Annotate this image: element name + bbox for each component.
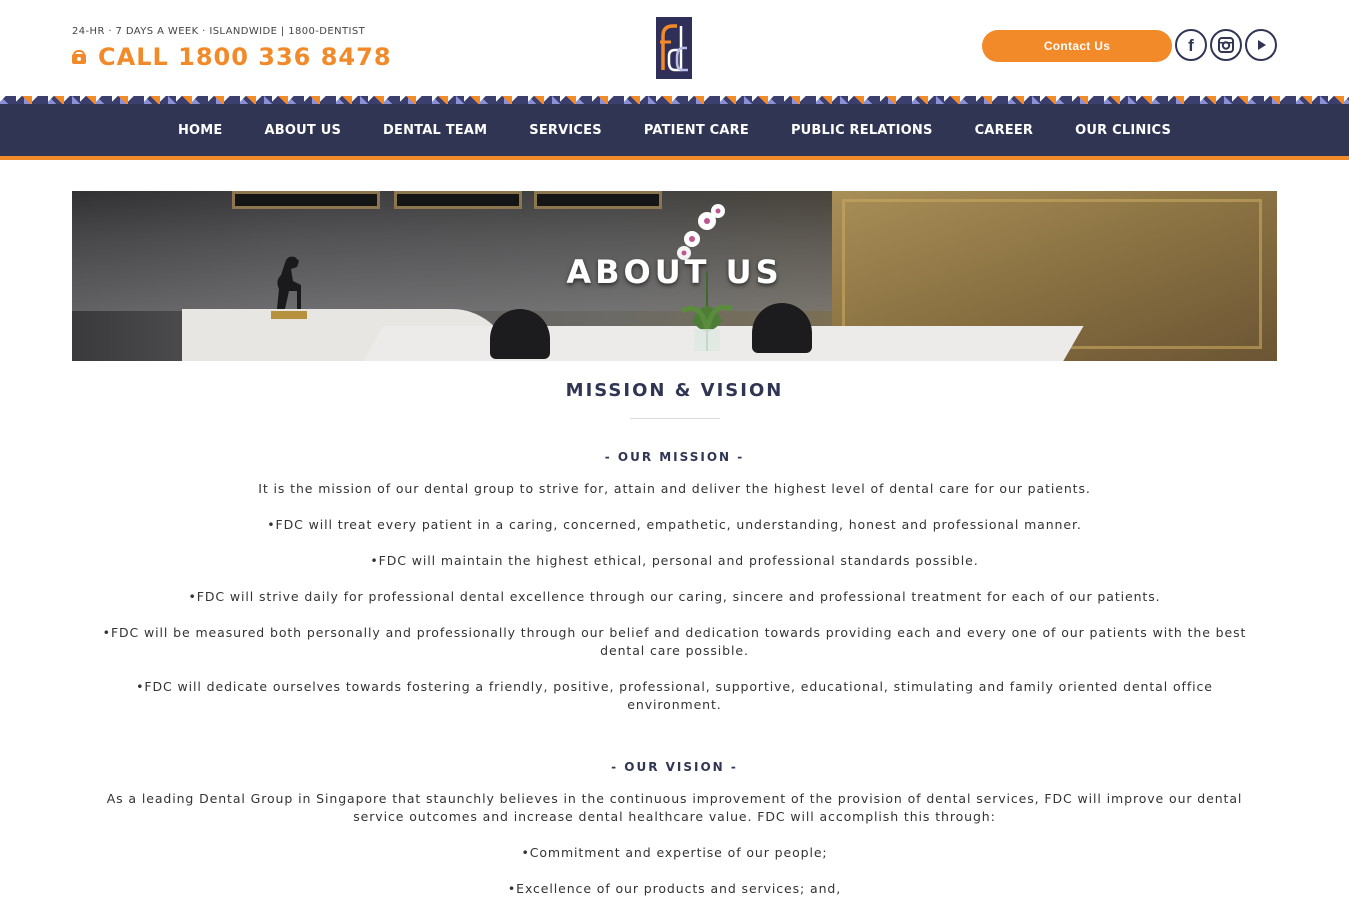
main-nav: HOME ABOUT US DENTAL TEAM SERVICES PATIE… [0,104,1349,156]
mission-paragraph: •FDC will dedicate ourselves towards fos… [136,679,1213,712]
call-row[interactable]: CALL 1800 336 8478 [72,43,392,71]
nav-item-about-us[interactable]: ABOUT US [265,123,342,138]
nav-item-patient-care[interactable]: PATIENT CARE [644,123,749,138]
mission-paragraph: •FDC will strive daily for professional … [188,589,1161,604]
mission-paragraph: •FDC will treat every patient in a carin… [267,517,1082,532]
nav-item-dental-team[interactable]: DENTAL TEAM [383,123,487,138]
phone-icon [72,50,86,64]
logo-mark [657,18,691,78]
tagline: 24-HR · 7 DAYS A WEEK · ISLANDWIDE | 180… [72,26,366,37]
wall-frame [232,191,380,209]
title-divider [630,418,720,419]
fdc-logo[interactable] [656,17,692,79]
nav-item-services[interactable]: SERVICES [529,123,602,138]
call-number[interactable]: CALL 1800 336 8478 [98,43,392,71]
page-title: MISSION & VISION [565,380,784,401]
wall-frame [534,191,662,209]
vision-paragraph: •Commitment and expertise of our people; [521,845,828,860]
wall-frame [394,191,522,209]
decorative-pattern-band [0,96,1349,104]
banner-title: ABOUT US [566,253,783,291]
instagram-icon[interactable] [1210,29,1242,61]
nav-item-public-relations[interactable]: PUBLIC RELATIONS [791,123,933,138]
chair [490,309,550,359]
nav-item-career[interactable]: CAREER [975,123,1034,138]
nav-item-our-clinics[interactable]: OUR CLINICS [1075,123,1171,138]
mission-paragraph: It is the mission of our dental group to… [258,481,1091,496]
nav-item-home[interactable]: HOME [178,123,223,138]
vision-paragraph: •Excellence of our products and services… [507,881,842,896]
nav-accent-line [0,156,1349,160]
about-us-banner: ABOUT US [72,191,1277,361]
facebook-icon[interactable]: f [1175,29,1207,61]
mission-paragraph: •FDC will maintain the highest ethical, … [370,553,979,568]
vision-heading: - OUR VISION - [611,760,738,774]
youtube-icon[interactable] [1245,29,1277,61]
mission-heading: - OUR MISSION - [604,450,745,464]
contact-us-button[interactable]: Contact Us [982,30,1172,62]
vision-paragraph: As a leading Dental Group in Singapore t… [106,791,1243,824]
site-header: 24-HR · 7 DAYS A WEEK · ISLANDWIDE | 180… [0,0,1349,96]
mission-paragraph: •FDC will be measured both personally an… [102,625,1247,658]
